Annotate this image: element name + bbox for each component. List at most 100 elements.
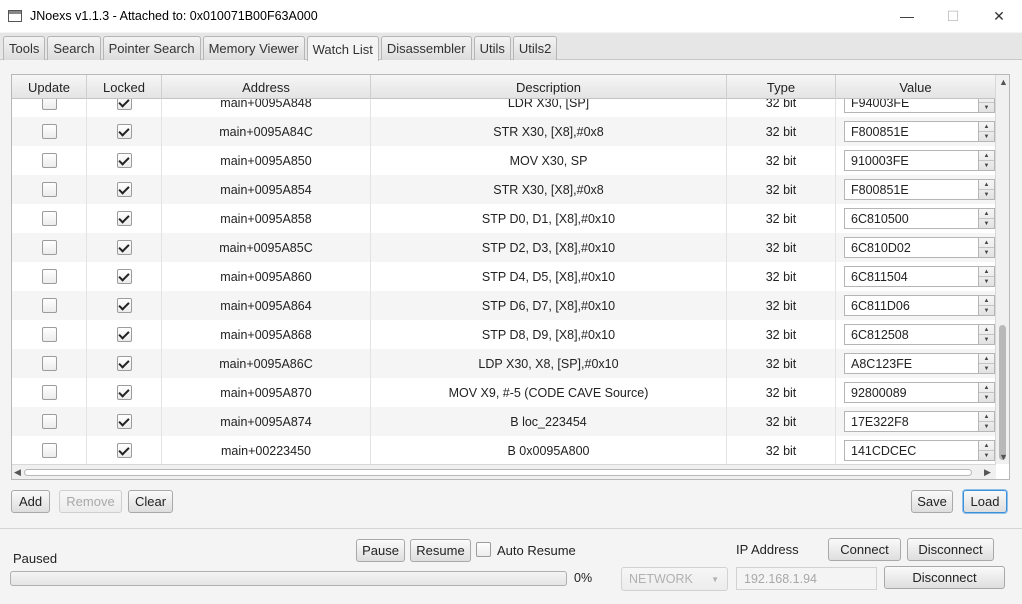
update-checkbox[interactable]: [41, 327, 57, 342]
description-cell[interactable]: STR X30, [X8],#0x8: [371, 175, 727, 204]
increment-icon[interactable]: ▲: [979, 238, 994, 248]
locked-checkbox[interactable]: [116, 327, 132, 342]
increment-icon[interactable]: ▲: [979, 151, 994, 161]
decrement-icon[interactable]: ▼: [979, 161, 994, 170]
decrement-icon[interactable]: ▼: [979, 190, 994, 199]
update-checkbox[interactable]: [41, 356, 57, 371]
address-cell[interactable]: main+0095A864: [162, 291, 371, 320]
address-cell[interactable]: main+0095A874: [162, 407, 371, 436]
clear-button[interactable]: Clear: [128, 490, 173, 513]
type-cell[interactable]: 32 bit: [727, 146, 836, 175]
description-cell[interactable]: MOV X30, SP: [371, 146, 727, 175]
update-checkbox[interactable]: [41, 211, 57, 226]
description-cell[interactable]: STP D4, D5, [X8],#0x10: [371, 262, 727, 291]
maximize-icon[interactable]: ☐: [930, 0, 976, 32]
locked-checkbox[interactable]: [116, 443, 132, 458]
resume-button[interactable]: Resume: [410, 539, 471, 562]
description-cell[interactable]: MOV X9, #-5 (CODE CAVE Source): [371, 378, 727, 407]
locked-checkbox[interactable]: [116, 211, 132, 226]
decrement-icon[interactable]: ▼: [979, 219, 994, 228]
decrement-icon[interactable]: ▼: [979, 422, 994, 431]
value-input[interactable]: F800851E: [844, 179, 979, 200]
type-cell[interactable]: 32 bit: [727, 378, 836, 407]
update-checkbox[interactable]: [41, 99, 57, 110]
type-cell[interactable]: 32 bit: [727, 349, 836, 378]
type-cell[interactable]: 32 bit: [727, 175, 836, 204]
scroll-left-icon[interactable]: ◀: [14, 467, 21, 478]
update-checkbox[interactable]: [41, 298, 57, 313]
type-cell[interactable]: 32 bit: [727, 320, 836, 349]
value-input[interactable]: 910003FE: [844, 150, 979, 171]
address-cell[interactable]: main+0095A850: [162, 146, 371, 175]
update-checkbox[interactable]: [41, 153, 57, 168]
connect-button[interactable]: Connect: [828, 538, 901, 561]
value-input[interactable]: 6C811504: [844, 266, 979, 287]
locked-checkbox[interactable]: [116, 182, 132, 197]
type-cell[interactable]: 32 bit: [727, 262, 836, 291]
locked-checkbox[interactable]: [116, 298, 132, 313]
tab-memory-viewer[interactable]: Memory Viewer: [202, 36, 305, 60]
value-input[interactable]: 92800089: [844, 382, 979, 403]
connection-type-select[interactable]: NETWORK ▼: [621, 567, 728, 591]
disconnect-usb-button[interactable]: Disconnect: [884, 566, 1005, 589]
description-cell[interactable]: STP D6, D7, [X8],#0x10: [371, 291, 727, 320]
tab-pointer-search[interactable]: Pointer Search: [102, 36, 201, 60]
decrement-icon[interactable]: ▼: [979, 451, 994, 460]
decrement-icon[interactable]: ▼: [979, 335, 994, 344]
tab-tools[interactable]: Tools: [3, 36, 46, 60]
increment-icon[interactable]: ▲: [979, 296, 994, 306]
table-row[interactable]: main+0095A84C STR X30, [X8],#0x8 32 bit F80…: [12, 117, 996, 146]
table-row[interactable]: main+0095A86C LDP X30, X8, [SP],#0x10 32 b…: [12, 349, 996, 378]
description-cell[interactable]: B 0x0095A800: [371, 436, 727, 464]
scroll-right-icon[interactable]: ▶: [984, 467, 991, 478]
type-cell[interactable]: 32 bit: [727, 117, 836, 146]
value-input[interactable]: 6C810D02: [844, 237, 979, 258]
description-cell[interactable]: LDR X30, [SP]: [371, 99, 727, 117]
tab-search[interactable]: Search: [47, 36, 101, 60]
column-header-update[interactable]: Update: [12, 75, 87, 99]
close-icon[interactable]: ✕: [976, 0, 1022, 32]
address-cell[interactable]: main+0095A85C: [162, 233, 371, 262]
value-input[interactable]: 17E322F8: [844, 411, 979, 432]
value-input[interactable]: 6C811D06: [844, 295, 979, 316]
increment-icon[interactable]: ▲: [979, 267, 994, 277]
decrement-icon[interactable]: ▼: [979, 364, 994, 373]
disconnect-button[interactable]: Disconnect: [907, 538, 994, 561]
update-checkbox[interactable]: [41, 240, 57, 255]
decrement-icon[interactable]: ▼: [979, 132, 994, 141]
description-cell[interactable]: STP D8, D9, [X8],#0x10: [371, 320, 727, 349]
pause-button[interactable]: Pause: [356, 539, 405, 562]
address-cell[interactable]: main+0095A86C: [162, 349, 371, 378]
description-cell[interactable]: B loc_223454: [371, 407, 727, 436]
update-checkbox[interactable]: [41, 443, 57, 458]
table-row[interactable]: main+0095A854 STR X30, [X8],#0x8 32 bit F80…: [12, 175, 996, 204]
value-input[interactable]: 6C812508: [844, 324, 979, 345]
auto-resume-checkbox[interactable]: [476, 542, 491, 557]
type-cell[interactable]: 32 bit: [727, 99, 836, 117]
description-cell[interactable]: STP D0, D1, [X8],#0x10: [371, 204, 727, 233]
update-checkbox[interactable]: [41, 385, 57, 400]
locked-checkbox[interactable]: [116, 240, 132, 255]
tab-watch-list[interactable]: Watch List: [306, 36, 379, 61]
decrement-icon[interactable]: ▼: [979, 393, 994, 402]
value-input[interactable]: F800851E: [844, 121, 979, 142]
scroll-up-icon[interactable]: ▲: [999, 77, 1008, 87]
ip-address-input[interactable]: 192.168.1.94: [736, 567, 877, 590]
remove-button[interactable]: Remove: [59, 490, 122, 513]
update-checkbox[interactable]: [41, 182, 57, 197]
description-cell[interactable]: STR X30, [X8],#0x8: [371, 117, 727, 146]
value-input[interactable]: 141CDCEC: [844, 440, 979, 461]
load-button[interactable]: Load: [963, 490, 1007, 513]
tab-utils[interactable]: Utils: [473, 36, 511, 60]
add-button[interactable]: Add: [11, 490, 50, 513]
table-row[interactable]: main+0095A858 STP D0, D1, [X8],#0x10 32 bi…: [12, 204, 996, 233]
table-row[interactable]: main+0095A870 MOV X9, #-5 (CODE CAVE Sour…: [12, 378, 996, 407]
locked-checkbox[interactable]: [116, 269, 132, 284]
table-row[interactable]: main+0095A874 B loc_223454 32 bit 17E322F8 ▲…: [12, 407, 996, 436]
vertical-scroll-thumb[interactable]: [999, 325, 1006, 460]
column-header-type[interactable]: Type: [727, 75, 836, 99]
description-cell[interactable]: LDP X30, X8, [SP],#0x10: [371, 349, 727, 378]
horizontal-scrollbar[interactable]: ◀ ▶: [12, 464, 996, 479]
increment-icon[interactable]: ▲: [979, 325, 994, 335]
increment-icon[interactable]: ▲: [979, 122, 994, 132]
